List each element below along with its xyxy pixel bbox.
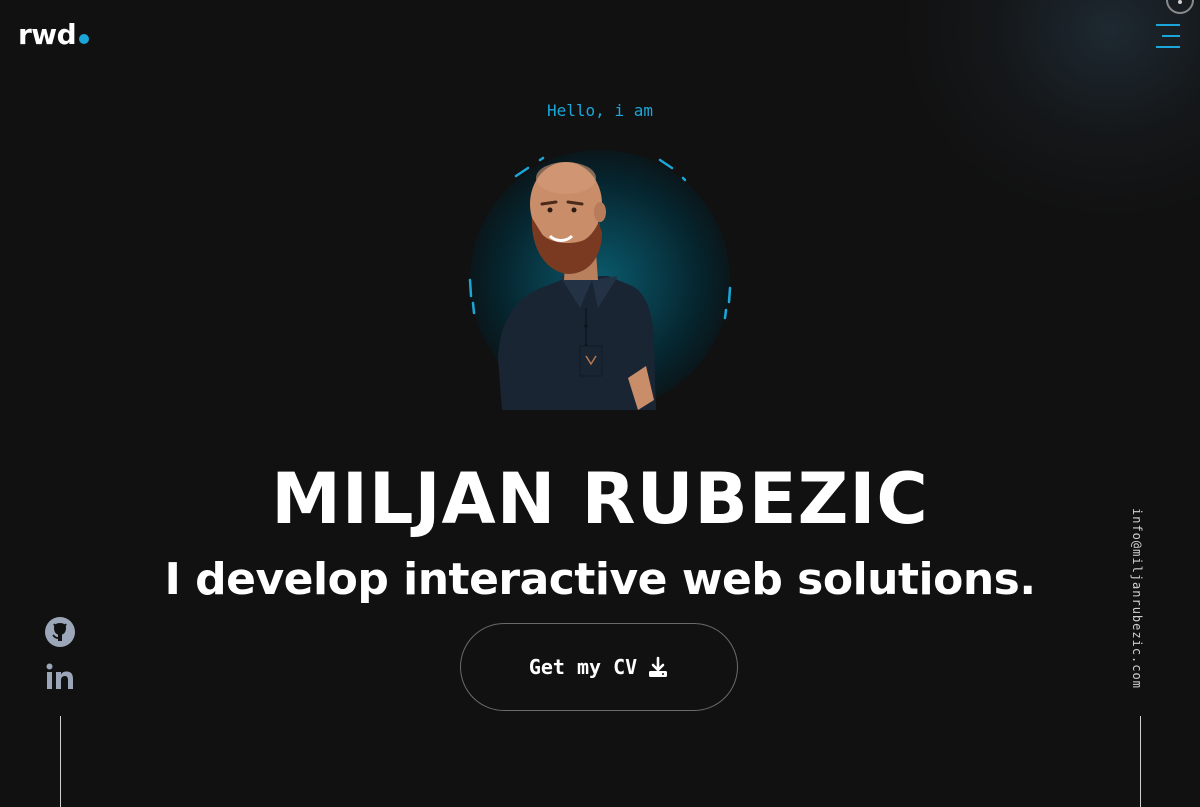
left-divider-line bbox=[60, 716, 61, 807]
hamburger-menu-icon-line bbox=[1162, 35, 1180, 37]
social-links bbox=[44, 616, 76, 706]
menu-button[interactable] bbox=[1156, 24, 1180, 48]
hero-name: MILJAN RUBEZIC bbox=[271, 458, 929, 540]
right-divider-line bbox=[1140, 716, 1141, 807]
logo-text: rwd bbox=[18, 18, 77, 51]
page: rwd Hello, i am MILJAN RUBEZIC I develop… bbox=[0, 0, 1200, 807]
hero-tagline: I develop interactive web solutions. bbox=[164, 554, 1036, 605]
get-cv-button[interactable]: Get my CV bbox=[460, 623, 738, 711]
logo-link[interactable]: rwd bbox=[18, 18, 90, 51]
avatar bbox=[468, 148, 732, 412]
cv-button-label: Get my CV bbox=[528, 655, 638, 679]
logo-dot bbox=[79, 34, 90, 44]
linkedin-link[interactable] bbox=[44, 661, 76, 693]
hamburger-menu-icon-line bbox=[1156, 24, 1180, 26]
download-icon bbox=[647, 656, 669, 678]
greeting: Hello, i am bbox=[547, 101, 653, 120]
github-link[interactable] bbox=[44, 616, 76, 648]
linkedin-icon bbox=[46, 663, 73, 689]
avatar-illustration bbox=[468, 156, 732, 410]
email-link[interactable]: info@miljanrubezic.com bbox=[1130, 508, 1144, 689]
hamburger-menu-icon-line bbox=[1156, 46, 1180, 48]
github-icon bbox=[45, 617, 75, 647]
